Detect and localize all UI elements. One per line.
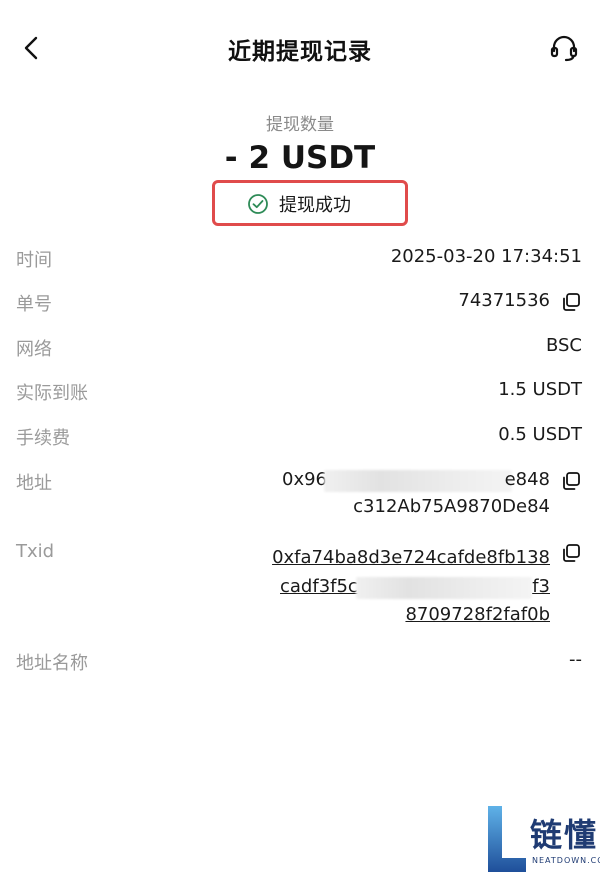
txid-line1[interactable]: 0xfa74ba8d3e724cafde8fb138: [272, 547, 550, 568]
address-redaction: [324, 470, 512, 492]
customer-service-button[interactable]: [546, 30, 582, 66]
txid-redaction: [356, 577, 532, 599]
copy-icon: [563, 472, 580, 490]
copy-icon: [563, 293, 580, 311]
amount-label: 提现数量: [266, 115, 334, 135]
order-label: 单号: [16, 294, 52, 315]
txid-line2-end[interactable]: f3: [532, 576, 550, 597]
received-value: 1.5 USDT: [498, 379, 582, 400]
copy-address-button[interactable]: [560, 470, 582, 492]
received-label: 实际到账: [16, 383, 88, 404]
withdrawal-amount: - 2 USDT: [224, 140, 376, 176]
address-label: 地址: [16, 473, 52, 494]
copy-order-button[interactable]: [560, 291, 582, 313]
status-highlight-box: 提现成功: [212, 180, 408, 226]
time-value: 2025-03-20 17:34:51: [390, 246, 582, 267]
headset-icon: [550, 35, 578, 62]
header: 近期提现记录: [0, 0, 600, 92]
watermark-text: 链懂: [530, 816, 599, 854]
check-circle-icon: [248, 194, 268, 214]
txid-label: Txid: [16, 541, 55, 562]
watermark-logo: 链懂 NEATDOWN.COM: [482, 804, 600, 874]
time-label: 时间: [16, 250, 52, 271]
fee-value: 0.5 USDT: [498, 424, 582, 445]
copy-icon: [563, 544, 580, 562]
status-text: 提现成功: [279, 195, 351, 216]
copy-txid-button[interactable]: [560, 542, 582, 564]
fee-label: 手续费: [16, 428, 70, 449]
txid-line3[interactable]: 8709728f2faf0b: [405, 604, 550, 625]
address-line1-start: 0x96: [282, 469, 328, 490]
status-badge: 提现成功: [247, 191, 351, 217]
address-name-label: 地址名称: [16, 653, 88, 674]
order-value: 74371536: [458, 290, 550, 311]
logo-l-icon: [488, 806, 526, 872]
address-line2: c312Ab75A9870De84: [353, 496, 550, 517]
withdrawal-detail-page: 近期提现记录 提现数量 - 2 USDT 提现成功 时间 2025-03-20 …: [0, 0, 600, 875]
txid-line2-start[interactable]: cadf3f5c: [280, 576, 358, 597]
network-value: BSC: [545, 335, 582, 356]
watermark-subtext: NEATDOWN.COM: [532, 856, 600, 865]
network-label: 网络: [16, 339, 52, 360]
page-title: 近期提现记录: [228, 39, 372, 65]
address-line1-end: e848: [504, 469, 550, 490]
address-name-value: --: [569, 649, 582, 670]
